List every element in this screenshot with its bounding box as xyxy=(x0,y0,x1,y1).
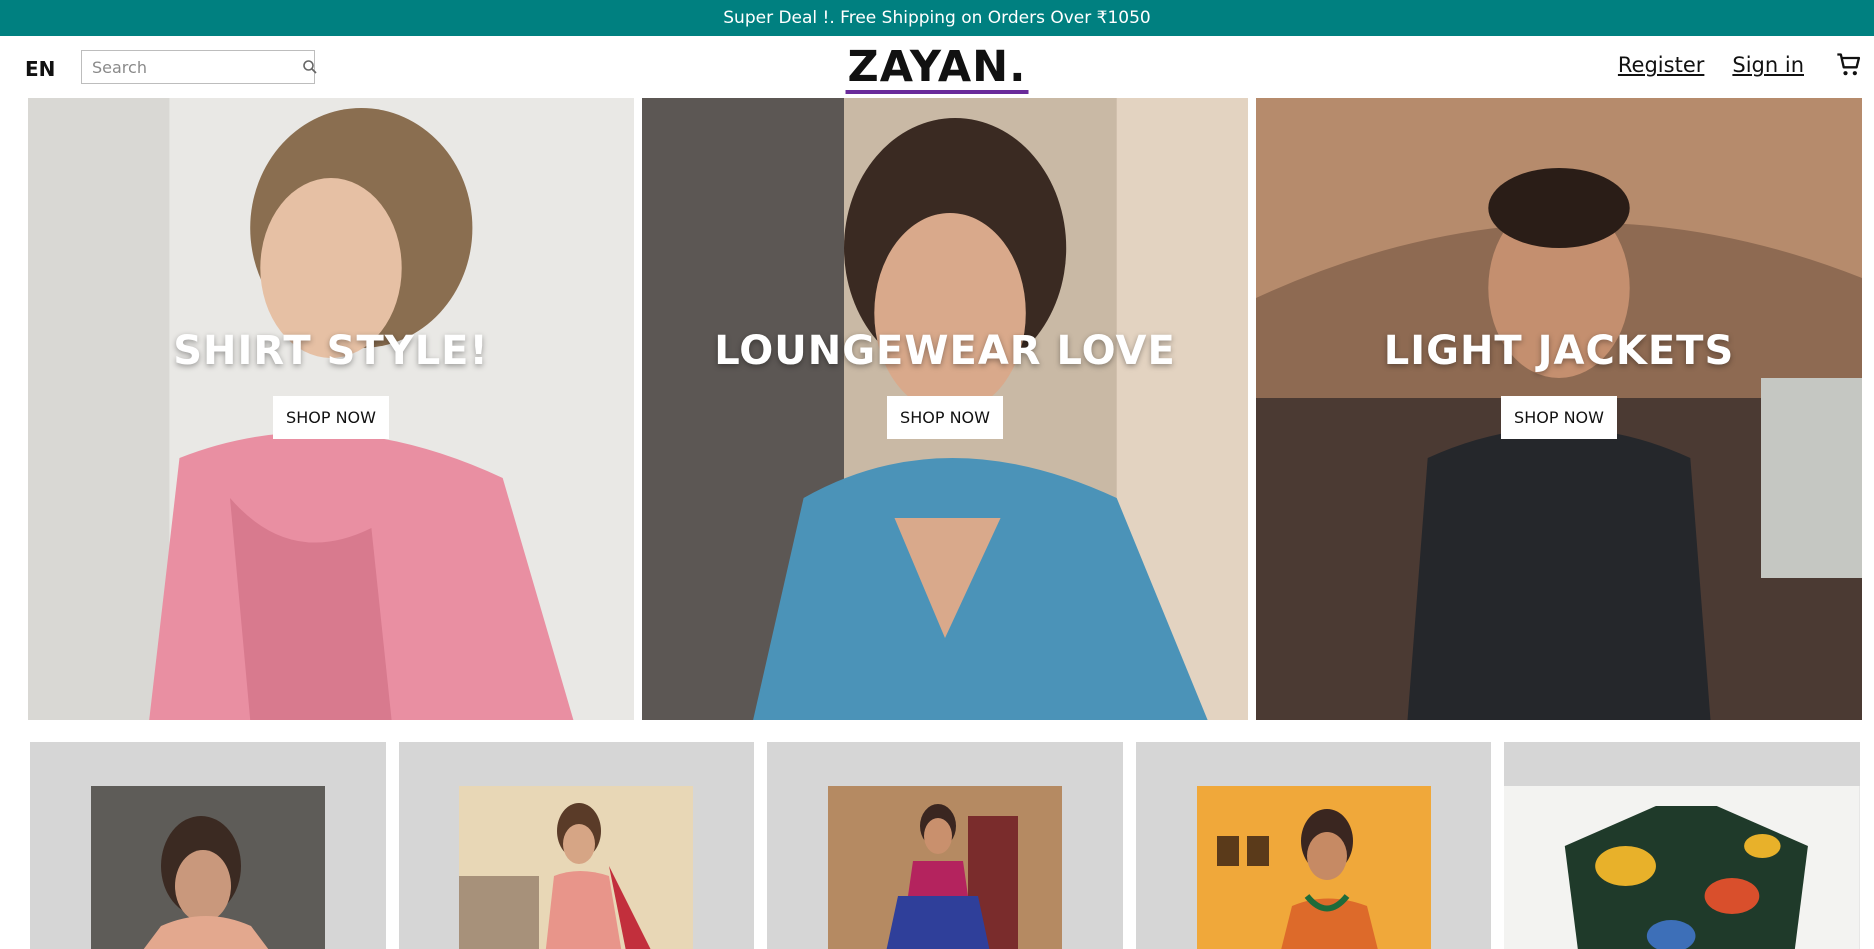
hero-panel-shirt: SHIRT STYLE! SHOP NOW xyxy=(28,98,634,720)
hero-title: LIGHT JACKETS xyxy=(1383,328,1735,374)
header: EN ZAYAN. Register Sign in xyxy=(0,36,1874,98)
language-selector[interactable]: EN xyxy=(25,57,55,81)
category-card[interactable] xyxy=(398,742,755,949)
cart-icon[interactable] xyxy=(1832,48,1866,82)
category-card[interactable] xyxy=(1504,742,1860,949)
category-image xyxy=(90,786,325,949)
announcement-text: Super Deal !. Free Shipping on Orders Ov… xyxy=(723,8,1151,28)
account-nav: Register Sign in xyxy=(1618,48,1866,82)
register-link[interactable]: Register xyxy=(1618,53,1704,77)
search-box xyxy=(81,50,318,84)
hero-title: SHIRT STYLE! xyxy=(173,328,489,374)
category-card[interactable] xyxy=(767,742,1123,949)
category-image xyxy=(827,786,1062,949)
hero-title: LOUNGEWEAR LOVE xyxy=(714,328,1176,374)
hero-content-shirt: SHIRT STYLE! SHOP NOW xyxy=(28,328,634,439)
shop-now-button[interactable]: SHOP NOW xyxy=(1501,396,1617,439)
hero-panel-jackets: LIGHT JACKETS SHOP NOW xyxy=(1256,98,1862,720)
category-card[interactable] xyxy=(30,742,386,949)
logo[interactable]: ZAYAN. xyxy=(845,44,1029,94)
hero-content-loungewear: LOUNGEWEAR LOVE SHOP NOW xyxy=(642,328,1248,439)
signin-link[interactable]: Sign in xyxy=(1732,53,1804,77)
shop-now-button[interactable]: SHOP NOW xyxy=(887,396,1003,439)
search-input[interactable] xyxy=(82,51,302,83)
search-icon[interactable] xyxy=(302,59,318,75)
announcement-bar: Super Deal !. Free Shipping on Orders Ov… xyxy=(0,0,1874,36)
category-image xyxy=(1504,786,1860,949)
shop-now-button[interactable]: SHOP NOW xyxy=(273,396,389,439)
hero-content-jackets: LIGHT JACKETS SHOP NOW xyxy=(1256,328,1862,439)
hero-panel-loungewear: LOUNGEWEAR LOVE SHOP NOW xyxy=(642,98,1248,720)
category-grid xyxy=(30,742,1860,949)
category-image xyxy=(1196,786,1431,949)
category-image xyxy=(459,786,694,949)
category-card[interactable] xyxy=(1135,742,1492,949)
hero-banners: SHIRT STYLE! SHOP NOW LOUNGEWEAR LOVE SH… xyxy=(28,98,1862,720)
